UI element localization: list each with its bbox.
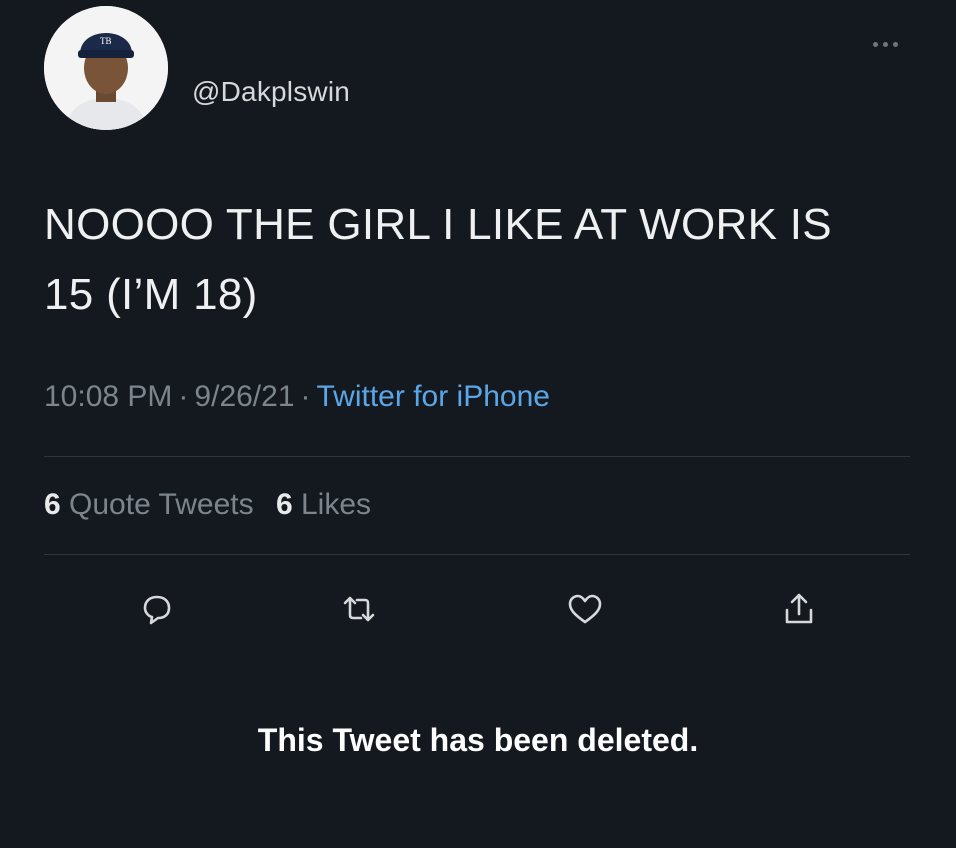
retweet-icon <box>343 596 375 622</box>
reply-button[interactable] <box>132 584 182 634</box>
more-options-icon[interactable] <box>862 34 908 54</box>
like-icon <box>568 594 602 624</box>
tweet-text-line: 15 (I’M 18) <box>44 270 258 319</box>
quote-count: 6 <box>44 488 61 521</box>
share-icon <box>785 593 813 624</box>
person-avatar-icon: TB <box>44 6 168 130</box>
tweet-page: TB @Dakplswin NOOOO THE GIRL I LIKE AT W… <box>0 0 956 848</box>
quote-tweets-stat[interactable]: 6 Quote Tweets <box>44 488 254 521</box>
svg-text:TB: TB <box>100 36 112 46</box>
dot <box>892 41 898 47</box>
retweet-button[interactable] <box>334 584 384 634</box>
avatar[interactable]: TB <box>44 6 168 130</box>
quote-label: Quote Tweets <box>69 488 254 521</box>
like-button[interactable] <box>560 584 610 634</box>
tweet-text: NOOOO THE GIRL I LIKE AT WORK IS 15 (I’M… <box>44 190 924 330</box>
like-label: Likes <box>300 488 372 521</box>
likes-stat[interactable]: 6 Likes <box>276 488 371 521</box>
tweet-stats: 6 Quote Tweets 6 Likes <box>44 488 385 522</box>
reply-icon <box>143 595 171 625</box>
meta-separator: · <box>178 380 189 413</box>
user-handle[interactable]: @Dakplswin <box>192 76 350 108</box>
deleted-notice: This Tweet has been deleted. <box>257 722 699 758</box>
tweet-text-line: NOOOO THE GIRL I LIKE AT WORK IS <box>44 200 832 249</box>
divider <box>44 554 910 555</box>
tweet-date[interactable]: 9/26/21 <box>194 380 294 413</box>
tweet-time[interactable]: 10:08 PM <box>44 380 172 413</box>
meta-separator: · <box>300 380 311 413</box>
divider <box>44 456 910 457</box>
action-bar <box>0 584 956 634</box>
share-button[interactable] <box>774 584 824 634</box>
dot <box>872 41 878 47</box>
tweet-meta: 10:08 PM · 9/26/21 · Twitter for iPhone <box>44 380 550 414</box>
dot <box>882 41 888 47</box>
like-count: 6 <box>275 488 293 521</box>
tweet-source-link[interactable]: Twitter for iPhone <box>317 380 550 413</box>
